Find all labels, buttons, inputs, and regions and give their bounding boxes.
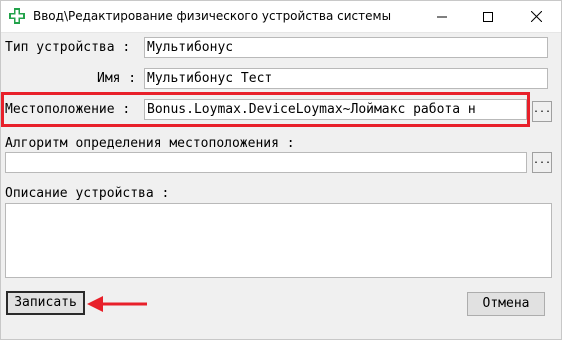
description-textarea[interactable]	[5, 203, 552, 278]
algorithm-field[interactable]	[5, 152, 527, 173]
name-field[interactable]: Мультибонус Тест	[144, 68, 548, 89]
title-bar: Ввод\Редактирование физического устройст…	[1, 1, 561, 33]
save-button[interactable]: Записать	[6, 291, 85, 315]
name-label: Имя :	[97, 71, 137, 86]
close-button[interactable]	[513, 1, 559, 32]
algorithm-browse-button[interactable]: ...	[532, 152, 552, 173]
device-type-label: Тип устройства :	[5, 40, 131, 55]
close-icon	[530, 11, 542, 22]
location-field[interactable]: Bonus.Loymax.DeviceLoymax~Лоймакс работа…	[144, 99, 527, 120]
minimize-button[interactable]	[419, 1, 465, 32]
algorithm-label: Алгоритм определения местоположения :	[5, 136, 295, 151]
location-label: Местоположение :	[5, 102, 131, 117]
minimize-icon	[437, 16, 447, 17]
description-label: Описание устройства :	[5, 186, 170, 201]
device-edit-dialog: Ввод\Редактирование физического устройст…	[0, 0, 562, 340]
maximize-icon	[483, 11, 493, 22]
window-title: Ввод\Редактирование физического устройст…	[33, 9, 392, 23]
app-cross-icon	[9, 8, 25, 24]
cancel-button[interactable]: Отмена	[467, 292, 545, 316]
location-browse-button[interactable]: ...	[532, 101, 552, 122]
device-type-field[interactable]: Мультибонус	[144, 37, 548, 58]
arrow-pointer-icon	[87, 296, 147, 312]
maximize-button[interactable]	[465, 1, 511, 32]
